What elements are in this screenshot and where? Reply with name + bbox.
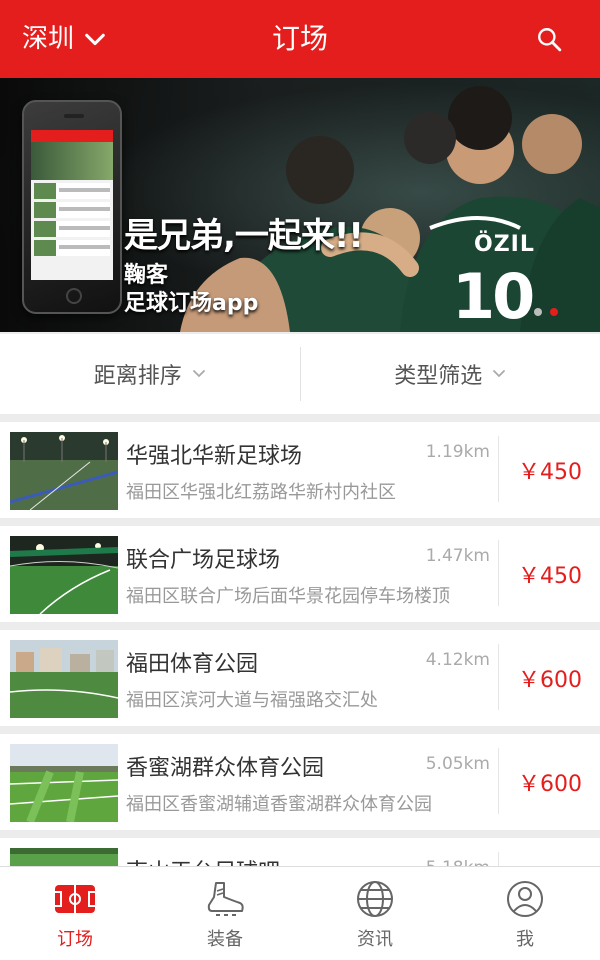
venue-distance: 4.12km: [425, 650, 490, 670]
venue-address: 福田区香蜜湖辅道香蜜湖群众体育公园: [126, 794, 432, 815]
user-icon: [507, 881, 543, 917]
venue-price: ￥600: [518, 668, 582, 693]
venue-photo: [10, 536, 118, 614]
chevron-down-icon: [192, 370, 205, 378]
tab-news[interactable]: 资讯: [300, 867, 450, 960]
venue-name: 联合广场足球场: [126, 548, 281, 573]
venue-photo: [10, 432, 118, 510]
venue-distance: 5.05km: [425, 754, 490, 774]
venue-address: 福田区华强北红荔路华新村内社区: [126, 482, 396, 503]
venue-item[interactable]: 联合广场足球场 1.47km 福田区联合广场后面华景花园停车场楼顶 ￥450: [0, 526, 600, 622]
jersey-name: ÖZIL: [474, 232, 535, 257]
venue-price: ￥450: [518, 564, 582, 589]
sort-by-distance-dropdown[interactable]: 距离排序: [0, 334, 300, 414]
tab-booking[interactable]: 订场: [0, 867, 150, 960]
globe-icon: [357, 881, 393, 917]
tab-label: 订场: [57, 929, 93, 950]
venue-price: ￥600: [518, 772, 582, 797]
venue-item[interactable]: 福田体育公园 4.12km 福田区滨河大道与福强路交汇处 ￥600: [0, 630, 600, 726]
venue-name: 福田体育公园: [126, 652, 259, 677]
venue-item[interactable]: 香蜜湖群众体育公园 5.05km 福田区香蜜湖辅道香蜜湖群众体育公园 ￥600: [0, 734, 600, 830]
venue-photo: [10, 640, 118, 718]
venue-distance: 1.47km: [425, 546, 490, 566]
bottom-tab-bar: 订场 装备 资讯 我: [0, 866, 600, 960]
tab-equipment[interactable]: 装备: [150, 867, 300, 960]
venue-address: 福田区联合广场后面华景花园停车场楼顶: [126, 586, 450, 607]
venue-photo: [10, 744, 118, 822]
tab-label: 装备: [207, 929, 243, 950]
slogan-headline: 是兄弟,一起来!!: [124, 216, 364, 256]
sort-label: 距离排序: [93, 364, 182, 389]
search-icon: [538, 28, 562, 52]
slogan-brand: 鞠客: [124, 263, 169, 288]
venue-item[interactable]: 华强北华新足球场 1.19km 福田区华强北红荔路华新村内社区 ￥450: [0, 422, 600, 518]
city-selector[interactable]: 深圳: [22, 18, 106, 60]
type-filter-label: 类型筛选: [394, 364, 483, 389]
carousel-dot[interactable]: [534, 308, 542, 316]
tab-me[interactable]: 我: [450, 867, 600, 960]
venue-distance: 1.19km: [425, 442, 490, 462]
chevron-down-icon: [493, 370, 506, 378]
price-divider: [498, 436, 499, 502]
venue-address: 福田区滨河大道与福强路交汇处: [126, 690, 378, 711]
tab-label: 我: [516, 929, 534, 950]
price-divider: [498, 748, 499, 814]
venue-name: 香蜜湖群众体育公园: [126, 756, 325, 781]
venue-price: ￥450: [518, 460, 582, 485]
filter-bar: 距离排序 类型筛选: [0, 334, 600, 414]
jersey-number: 10: [452, 260, 535, 333]
slogan-subtitle: 足球订场app: [124, 291, 259, 316]
price-divider: [498, 540, 499, 606]
boot-icon: [207, 882, 244, 916]
carousel-indicator: [534, 308, 558, 316]
carousel-dot-active[interactable]: [550, 308, 558, 316]
search-button[interactable]: [530, 20, 568, 58]
chevron-down-icon: [85, 33, 105, 46]
app-root: 深圳 订场 是兄弟,一起来!! 鞠客 足球订场app ÖZIL 10 距离排序 …: [0, 0, 600, 960]
banner-slogan: 是兄弟,一起来!! 鞠客 足球订场app: [124, 216, 364, 318]
top-header: 深圳 订场: [0, 0, 600, 78]
tab-label: 资讯: [357, 929, 393, 950]
price-divider: [498, 644, 499, 710]
type-filter-dropdown[interactable]: 类型筛选: [301, 334, 600, 414]
phone-mockup: [22, 100, 122, 314]
city-label: 深圳: [22, 24, 75, 54]
venue-name: 华强北华新足球场: [126, 444, 303, 469]
field-icon: [55, 885, 95, 913]
